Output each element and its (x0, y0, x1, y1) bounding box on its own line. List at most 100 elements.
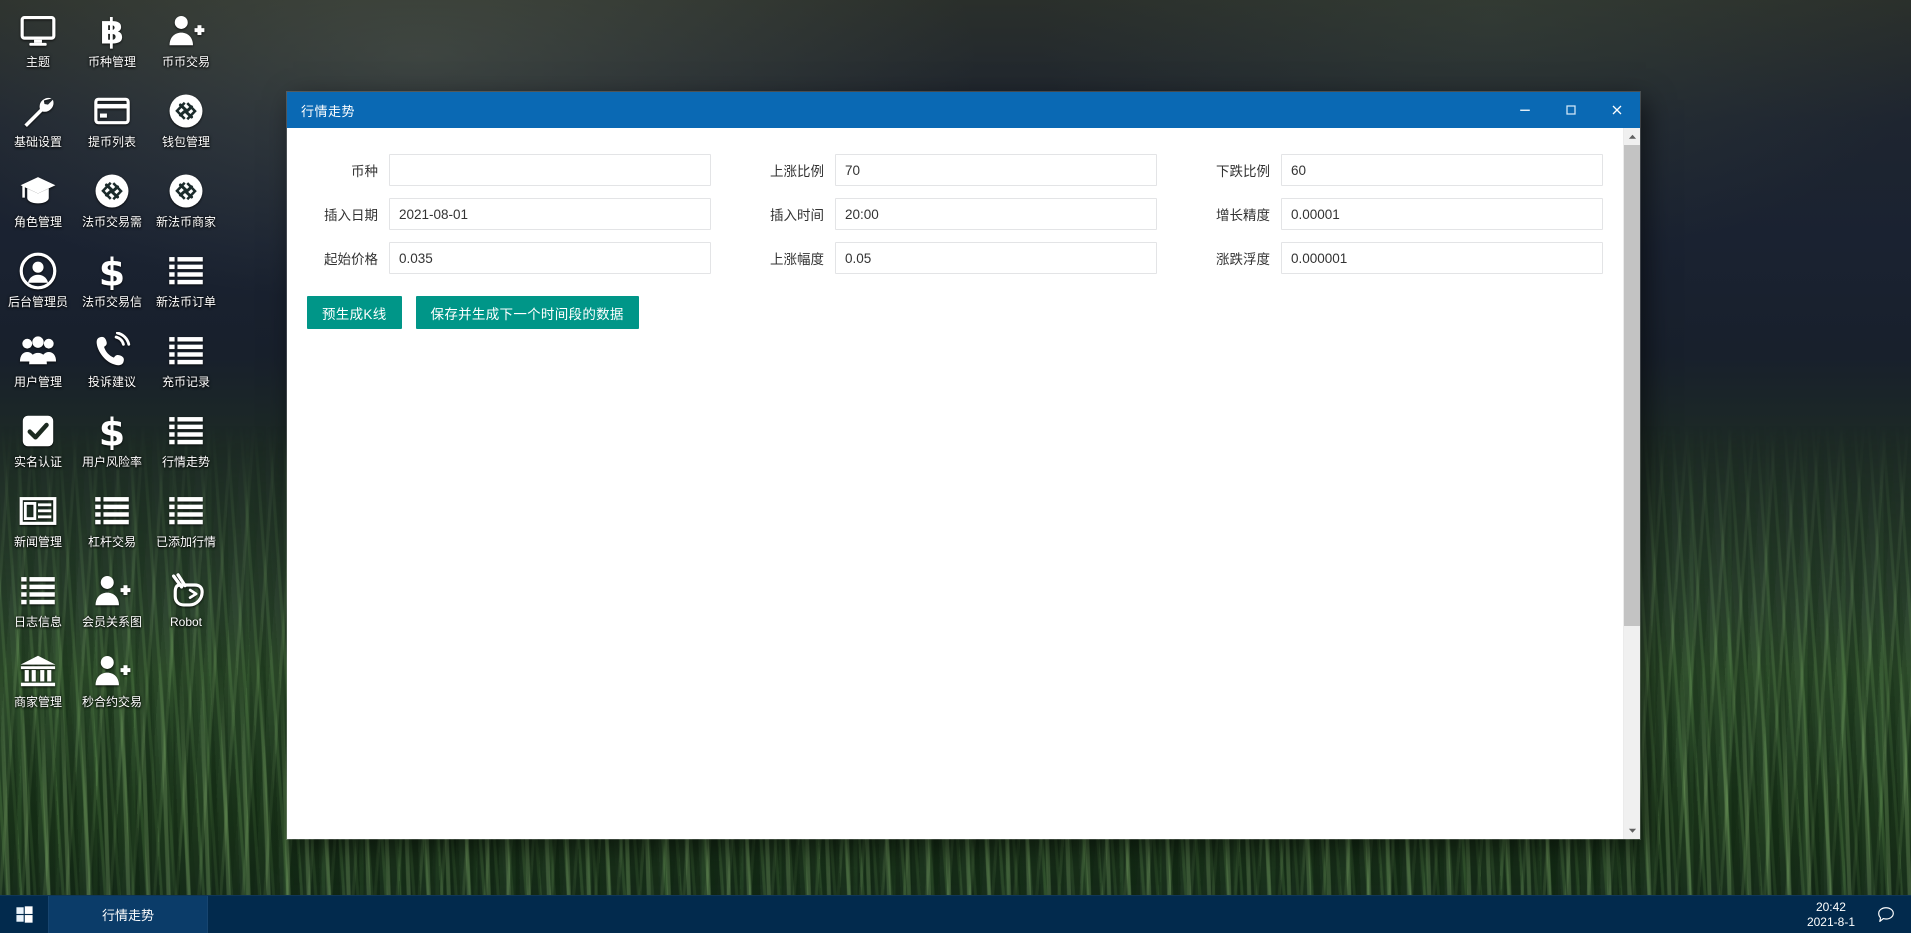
desktop-icon-6[interactable]: 钱包管理 (149, 82, 223, 162)
desktop-icon-18[interactable]: 行情走势 (149, 402, 223, 482)
desktop-icon-1[interactable]: 主题 (1, 2, 75, 82)
desktop-icon-label: 日志信息 (14, 615, 62, 629)
list-icon (165, 250, 207, 292)
desktop-icon-label: 投诉建议 (88, 375, 136, 389)
input-start-price[interactable] (389, 242, 711, 274)
desktop-icon-label: Robot (170, 615, 202, 629)
notification-center-button[interactable] (1867, 905, 1905, 925)
input-rise-ratio[interactable] (835, 154, 1157, 186)
dialog-titlebar[interactable]: 行情走势 (287, 92, 1640, 128)
label-growth-precision: 增长精度 (1199, 204, 1281, 224)
clock[interactable]: 20:42 2021-8-1 (1795, 900, 1867, 930)
check-square-icon (17, 410, 59, 452)
label-rise-amplitude: 上涨幅度 (753, 248, 835, 268)
label-fall-ratio: 下跌比例 (1199, 160, 1281, 180)
dialog-title: 行情走势 (301, 101, 355, 120)
desktop-icon-14[interactable]: 投诉建议 (75, 322, 149, 402)
desktop-icon-9[interactable]: 新法币商家 (149, 162, 223, 242)
user-add-icon (165, 10, 207, 52)
input-float-range[interactable] (1281, 242, 1603, 274)
form-action-buttons: 预生成K线 保存并生成下一个时间段的数据 (307, 296, 1603, 329)
desktop-icon-label: 提币列表 (88, 135, 136, 149)
bitcoin-icon: ฿ (91, 10, 133, 52)
chat-bubble-icon (1876, 905, 1896, 925)
desktop-icon-13[interactable]: 用户管理 (1, 322, 75, 402)
input-insert-date[interactable] (389, 198, 711, 230)
desktop-icon-2[interactable]: ฿ 币种管理 (75, 2, 149, 82)
desktop-icon-7[interactable]: 角色管理 (1, 162, 75, 242)
pre-generate-kline-button[interactable]: 预生成K线 (307, 296, 402, 329)
input-growth-precision[interactable] (1281, 198, 1603, 230)
desktop-icon-label: 杠杆交易 (88, 535, 136, 549)
chain-circle-icon (91, 170, 133, 212)
input-insert-time[interactable] (835, 198, 1157, 230)
list-icon (165, 410, 207, 452)
desktop-icon-17[interactable]: $用户风险率 (75, 402, 149, 482)
label-rise-ratio: 上涨比例 (753, 160, 835, 180)
minimize-button[interactable] (1502, 92, 1548, 128)
graduation-cap-icon (17, 170, 59, 212)
desktop-icon-label: 钱包管理 (162, 135, 210, 149)
desktop-icon-label: 新闻管理 (14, 535, 62, 549)
desktop-icon-21[interactable]: 已添加行情 (149, 482, 223, 562)
svg-text:$: $ (99, 412, 125, 450)
scroll-down-arrow-icon[interactable] (1624, 822, 1641, 839)
close-button[interactable] (1594, 92, 1640, 128)
input-coin-type[interactable] (389, 154, 711, 186)
field-rise-ratio: 上涨比例 (753, 148, 1157, 192)
desktop-icon-23[interactable]: 会员关系图 (75, 562, 149, 642)
maximize-button[interactable] (1548, 92, 1594, 128)
desktop-icon-19[interactable]: 新闻管理 (1, 482, 75, 562)
save-and-generate-next-period-button[interactable]: 保存并生成下一个时间段的数据 (416, 296, 639, 329)
desktop-icon-25[interactable]: 商家管理 (1, 642, 75, 722)
desktop-icon-label: 已添加行情 (156, 535, 216, 549)
desktop-icon-label: 币种管理 (88, 55, 136, 69)
start-button[interactable] (0, 896, 48, 933)
input-fall-ratio[interactable] (1281, 154, 1603, 186)
desktop-icon-label: 新法币订单 (156, 295, 216, 309)
label-start-price: 起始价格 (307, 248, 389, 268)
input-rise-amplitude[interactable] (835, 242, 1157, 274)
desktop-icon-26[interactable]: 秒合约交易 (75, 642, 149, 722)
field-insert-date: 插入日期 (307, 192, 711, 236)
desktop-icon-22[interactable]: 日志信息 (1, 562, 75, 642)
desktop-icon-20[interactable]: 杠杆交易 (75, 482, 149, 562)
scrollbar-thumb[interactable] (1624, 145, 1641, 626)
chain-circle-icon (165, 170, 207, 212)
desktop-icon-12[interactable]: 新法币订单 (149, 242, 223, 322)
list-icon (91, 490, 133, 532)
chain-circle-icon (165, 90, 207, 132)
desktop-icon-label: 秒合约交易 (82, 695, 142, 709)
desktop-icon-label: 法币交易信 (82, 295, 142, 309)
dialog-vertical-scrollbar[interactable] (1623, 128, 1640, 839)
scroll-up-arrow-icon[interactable] (1624, 128, 1641, 145)
desktop-icon-11[interactable]: $法币交易信 (75, 242, 149, 322)
desktop-icon-label: 币币交易 (162, 55, 210, 69)
list-icon (17, 570, 59, 612)
monitor-icon (17, 10, 59, 52)
desktop-icon-5[interactable]: 提币列表 (75, 82, 149, 162)
desktop-icon-label: 基础设置 (14, 135, 62, 149)
user-circle-icon (17, 250, 59, 292)
scrollbar-track[interactable] (1624, 145, 1641, 822)
desktop-icon-15[interactable]: 充币记录 (149, 322, 223, 402)
desktop-icon-16[interactable]: 实名认证 (1, 402, 75, 482)
quote-trend-dialog: 行情走势 (287, 92, 1640, 839)
label-insert-date: 插入日期 (307, 204, 389, 224)
field-float-range: 涨跌浮度 (1199, 236, 1603, 280)
desktop-icon-3[interactable]: 币币交易 (149, 2, 223, 82)
desktop-icon-label: 充币记录 (162, 375, 210, 389)
desktop-icon-24[interactable]: Robot (149, 562, 223, 642)
dialog-body: 币种 上涨比例 下跌比例 插入日期 (287, 128, 1640, 839)
desktop-icon-8[interactable]: 法币交易需 (75, 162, 149, 242)
desktop-icon-10[interactable]: 后台管理员 (1, 242, 75, 322)
desktop-icon-4[interactable]: 基础设置 (1, 82, 75, 162)
taskbar-item-quote-trend[interactable]: 行情走势 (48, 896, 208, 933)
desktop-icon-label: 角色管理 (14, 215, 62, 229)
desktop: 主题 ฿ 币种管理 币币交易基础设置 提币列表 钱包管理角色管理法币交易需新法币商家后台管… (0, 0, 1911, 933)
desktop-icon-label: 后台管理员 (8, 295, 68, 309)
newspaper-icon (17, 490, 59, 532)
clock-time: 20:42 (1807, 900, 1855, 915)
settings-form: 币种 上涨比例 下跌比例 插入日期 (307, 148, 1603, 280)
system-tray: 20:42 2021-8-1 (1795, 896, 1911, 933)
